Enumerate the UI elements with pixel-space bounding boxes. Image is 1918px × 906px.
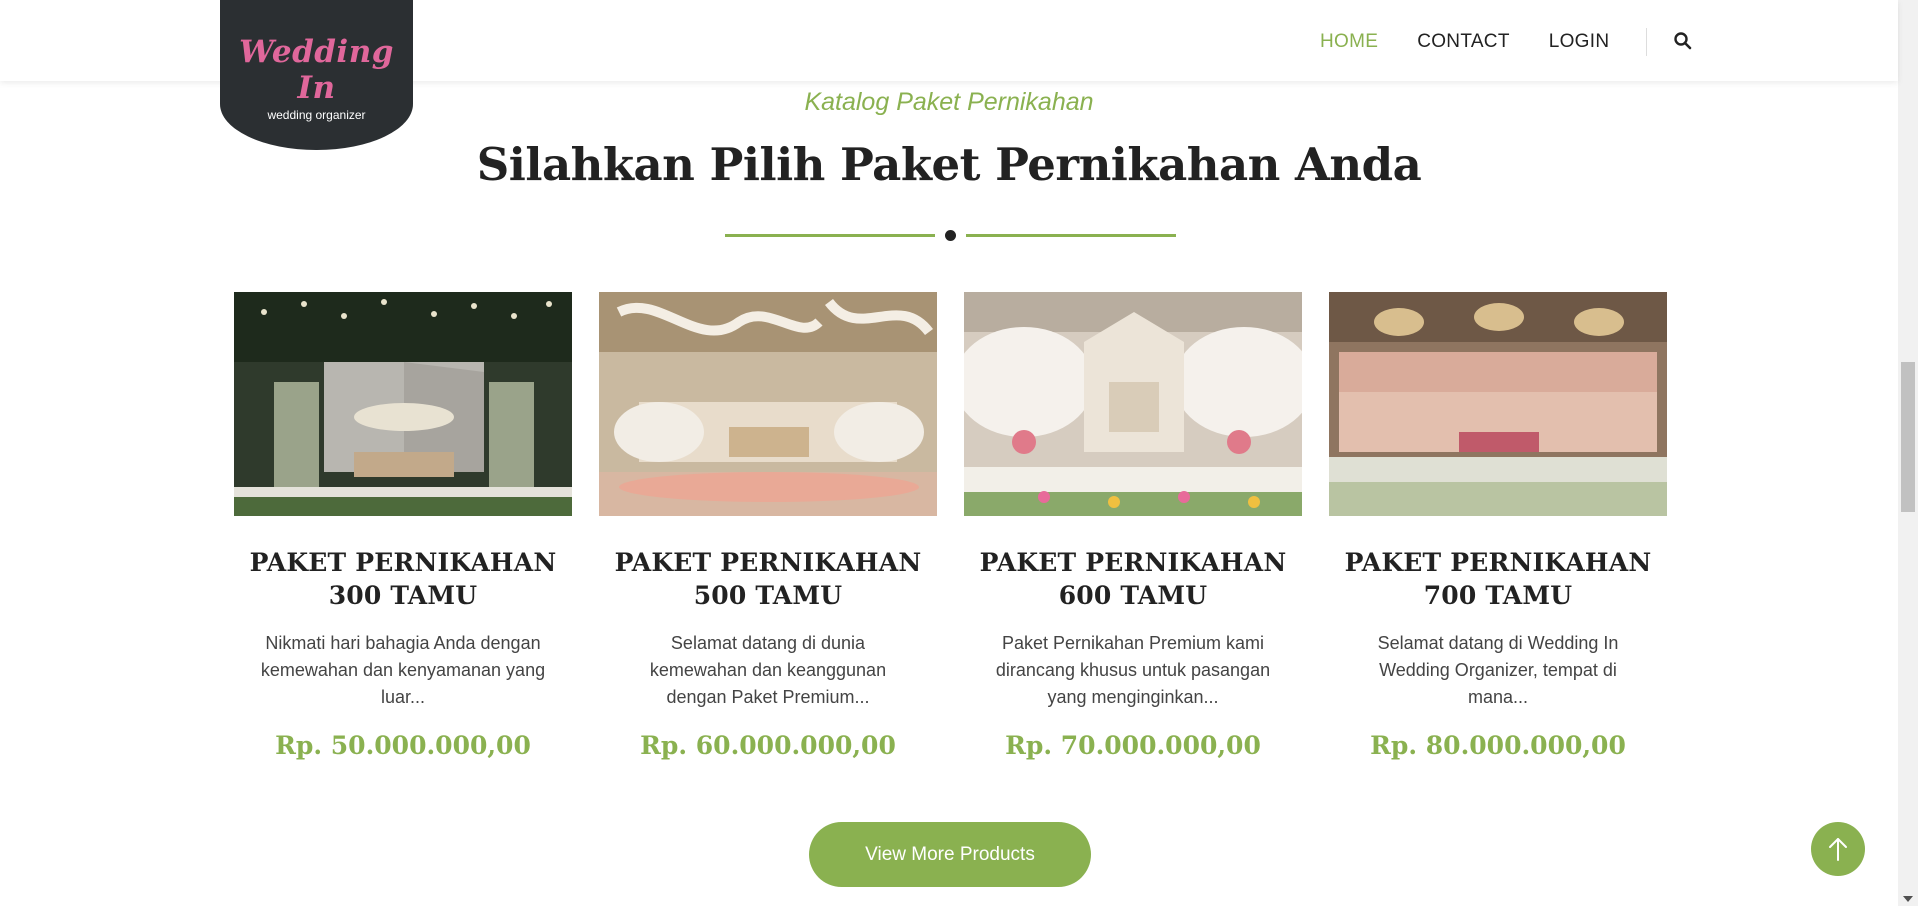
- product-price: Rp. 80.000.000,00: [1370, 731, 1626, 760]
- product-list: PAKET PERNIKAHAN 300 TAMU Nikmati hari b…: [234, 292, 1667, 760]
- arrow-up-icon: [1829, 838, 1847, 861]
- title-divider: [725, 226, 1176, 246]
- product-price: Rp. 60.000.000,00: [640, 731, 896, 760]
- product-description: Paket Pernikahan Premium kami dirancang …: [995, 633, 1271, 707]
- back-to-top-button[interactable]: [1811, 822, 1865, 876]
- nav-login-link[interactable]: LOGIN: [1549, 31, 1610, 53]
- product-title-line2: 300 TAMU: [328, 581, 478, 610]
- scrollbar-thumb[interactable]: [1901, 362, 1915, 512]
- product-title[interactable]: PAKET PERNIKAHAN 300 TAMU: [234, 546, 572, 612]
- product-title[interactable]: PAKET PERNIKAHAN 700 TAMU: [1329, 546, 1667, 612]
- site-logo[interactable]: Wedding In wedding organizer: [220, 0, 413, 150]
- search-icon[interactable]: [1673, 31, 1695, 53]
- page-scrollbar[interactable]: [1898, 0, 1918, 906]
- product-title-line1: PAKET PERNIKAHAN: [249, 548, 557, 577]
- scroll-down-arrow-icon[interactable]: [1903, 896, 1913, 902]
- nav-home-link[interactable]: HOME: [1320, 31, 1378, 53]
- product-price: Rp. 70.000.000,00: [1005, 731, 1261, 760]
- product-card[interactable]: PAKET PERNIKAHAN 500 TAMU Selamat datang…: [599, 292, 937, 760]
- product-title[interactable]: PAKET PERNIKAHAN 600 TAMU: [964, 546, 1302, 612]
- logo-name: Wedding In: [239, 34, 394, 106]
- logo-tagline: wedding organizer: [267, 108, 366, 122]
- product-title-line2: 600 TAMU: [1058, 581, 1208, 610]
- product-title-line1: PAKET PERNIKAHAN: [1344, 548, 1652, 577]
- product-image[interactable]: [964, 292, 1302, 516]
- product-description: Nikmati hari bahagia Anda dengan kemewah…: [260, 633, 546, 707]
- product-image[interactable]: [234, 292, 572, 516]
- product-card[interactable]: PAKET PERNIKAHAN 300 TAMU Nikmati hari b…: [234, 292, 572, 760]
- product-description: Selamat datang di Wedding In Wedding Org…: [1377, 633, 1619, 707]
- product-title-line1: PAKET PERNIKAHAN: [979, 548, 1287, 577]
- product-title-line2: 700 TAMU: [1423, 581, 1573, 610]
- view-more-products-button[interactable]: View More Products: [809, 822, 1091, 887]
- product-title[interactable]: PAKET PERNIKAHAN 500 TAMU: [599, 546, 937, 612]
- product-image[interactable]: [1329, 292, 1667, 516]
- nav-contact-link[interactable]: CONTACT: [1417, 31, 1510, 53]
- main-nav: HOME CONTACT LOGIN: [1320, 28, 1695, 56]
- nav-divider: [1646, 28, 1648, 56]
- product-image[interactable]: [599, 292, 937, 516]
- product-card[interactable]: PAKET PERNIKAHAN 700 TAMU Selamat datang…: [1329, 292, 1667, 760]
- product-title-line2: 500 TAMU: [693, 581, 843, 610]
- product-price: Rp. 50.000.000,00: [275, 731, 531, 760]
- product-card[interactable]: PAKET PERNIKAHAN 600 TAMU Paket Pernikah…: [964, 292, 1302, 760]
- product-description: Selamat datang di dunia kemewahan dan ke…: [649, 633, 887, 707]
- product-title-line1: PAKET PERNIKAHAN: [614, 548, 922, 577]
